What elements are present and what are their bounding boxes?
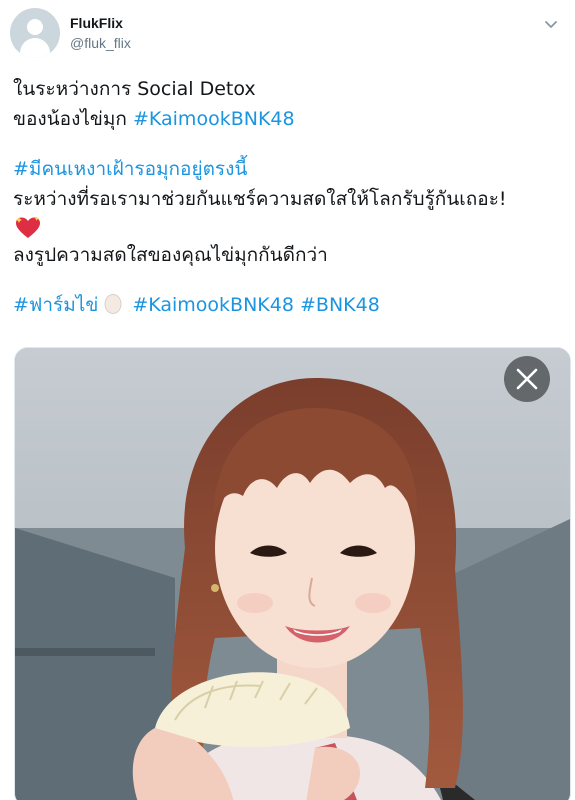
user-names: FlukFlix @fluk_flix — [70, 13, 131, 53]
tweet-line: #ฟาร์มไข่ #KaimookBNK48 #BNK48 — [13, 290, 559, 320]
tweet-line: ของน้องไข่มุก #KaimookBNK48 — [13, 104, 559, 134]
tweet-line: ลงรูปความสดใสของคุณไข่มุกกันดีกว่า — [13, 244, 328, 266]
tweet-line: ระหว่างที่รอเรามาช่วยกันแชร์ความสดใสให้โ… — [13, 188, 507, 210]
egg-emoji — [104, 292, 122, 314]
tweet-media-image[interactable] — [14, 347, 571, 800]
hashtag-waiting[interactable]: #มีคนเหงาเฝ้ารอมุกอยู่ตรงนี้ — [13, 158, 247, 180]
hashtag-kaimookbnk48[interactable]: #KaimookBNK48 — [133, 108, 295, 130]
tweet-card: FlukFlix @fluk_flix ในระหว่างการ Social … — [0, 0, 575, 800]
chevron-down-icon[interactable] — [541, 14, 561, 34]
line-break — [13, 270, 559, 290]
close-icon[interactable] — [504, 356, 550, 402]
avatar[interactable] — [10, 8, 60, 58]
tweet-line — [13, 214, 559, 240]
avatar-head — [27, 19, 43, 35]
sparkling-heart-emoji — [15, 216, 41, 240]
display-name[interactable]: FlukFlix — [70, 13, 131, 33]
tweet-line: #มีคนเหงาเฝ้ารอมุกอยู่ตรงนี้ — [13, 154, 559, 184]
tweet-text: ในระหว่างการ Social Detox ของน้องไข่มุก … — [13, 74, 559, 320]
tweet-line-text: ของน้องไข่มุก — [13, 108, 133, 130]
hashtag-kaimookbnk48[interactable]: #KaimookBNK48 — [132, 294, 294, 316]
line-break — [13, 134, 559, 154]
hashtag-farm[interactable]: #ฟาร์มไข่ — [13, 294, 98, 316]
hashtag-bnk48[interactable]: #BNK48 — [300, 294, 380, 316]
user-handle[interactable]: @fluk_flix — [70, 33, 131, 53]
avatar-body — [20, 38, 50, 58]
tweet-line: ในระหว่างการ Social Detox — [13, 78, 256, 100]
